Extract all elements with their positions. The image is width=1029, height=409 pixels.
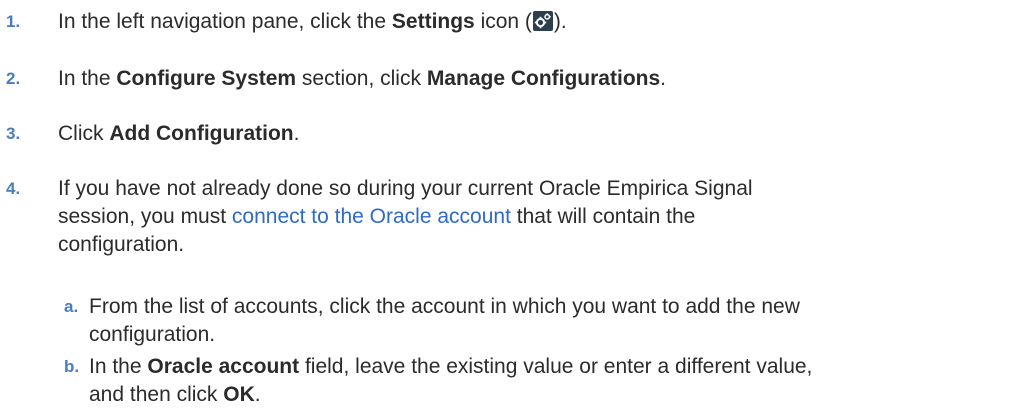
step-text-part: . [254,383,261,406]
step-text-part: section, click [296,67,427,90]
substep-text-line: and then click OK. [89,381,1029,409]
settings-gear-icon [532,11,553,31]
step-text: In the left navigation pane, click the S… [58,8,567,36]
step-text-part: that will contain the [510,205,696,228]
step-number: 2. [6,69,21,88]
connect-oracle-account-link[interactable]: connect to the Oracle account [232,205,511,228]
step-text: In the Configure System section, click M… [58,65,666,93]
step-text-part: session, you must [58,205,232,228]
step-text-part: In the [58,67,117,90]
step-number: 3. [6,124,21,143]
substep-letter: a. [64,297,79,316]
step-text-part: In the [89,355,148,378]
step-text-part: . [660,67,666,90]
substep-text-line: In the Oracle account field, leave the e… [89,353,1029,381]
substep-text: From the list of accounts, click the acc… [89,293,979,349]
step-text-line: If you have not already done so during y… [58,177,753,200]
step-bold-term: Settings [391,10,475,33]
step-text-part: and then click [89,383,224,406]
step-text-part: . [293,122,300,145]
step-text-line: configuration. [58,233,185,256]
step-bold-term: Add Configuration [109,122,294,145]
substep-text: In the Oracle account field, leave the e… [89,353,1029,409]
step-text-part: icon ( [474,10,532,33]
step-text-part: Click [58,122,110,145]
substep-letter: b. [64,357,80,376]
step-text-part: ). [553,10,567,33]
substep-text-line: From the list of accounts, click the acc… [89,295,800,318]
step-bold-term: OK [223,383,255,406]
step-text-part: In the left navigation pane, click the [58,10,392,33]
substep-text-line: configuration. [89,323,216,346]
step-bold-term: Oracle account [147,355,300,378]
step-number: 1. [6,12,21,31]
step-text-line: session, you must connect to the Oracle … [58,203,753,231]
step-text-part: field, leave the existing value or enter… [299,355,813,378]
step-bold-term: Configure System [116,67,297,90]
step-bold-term: Manage Configurations [426,67,661,90]
step-number: 4. [6,179,21,198]
step-text: Click Add Configuration. [58,120,299,148]
step-text: If you have not already done so during y… [58,175,753,259]
